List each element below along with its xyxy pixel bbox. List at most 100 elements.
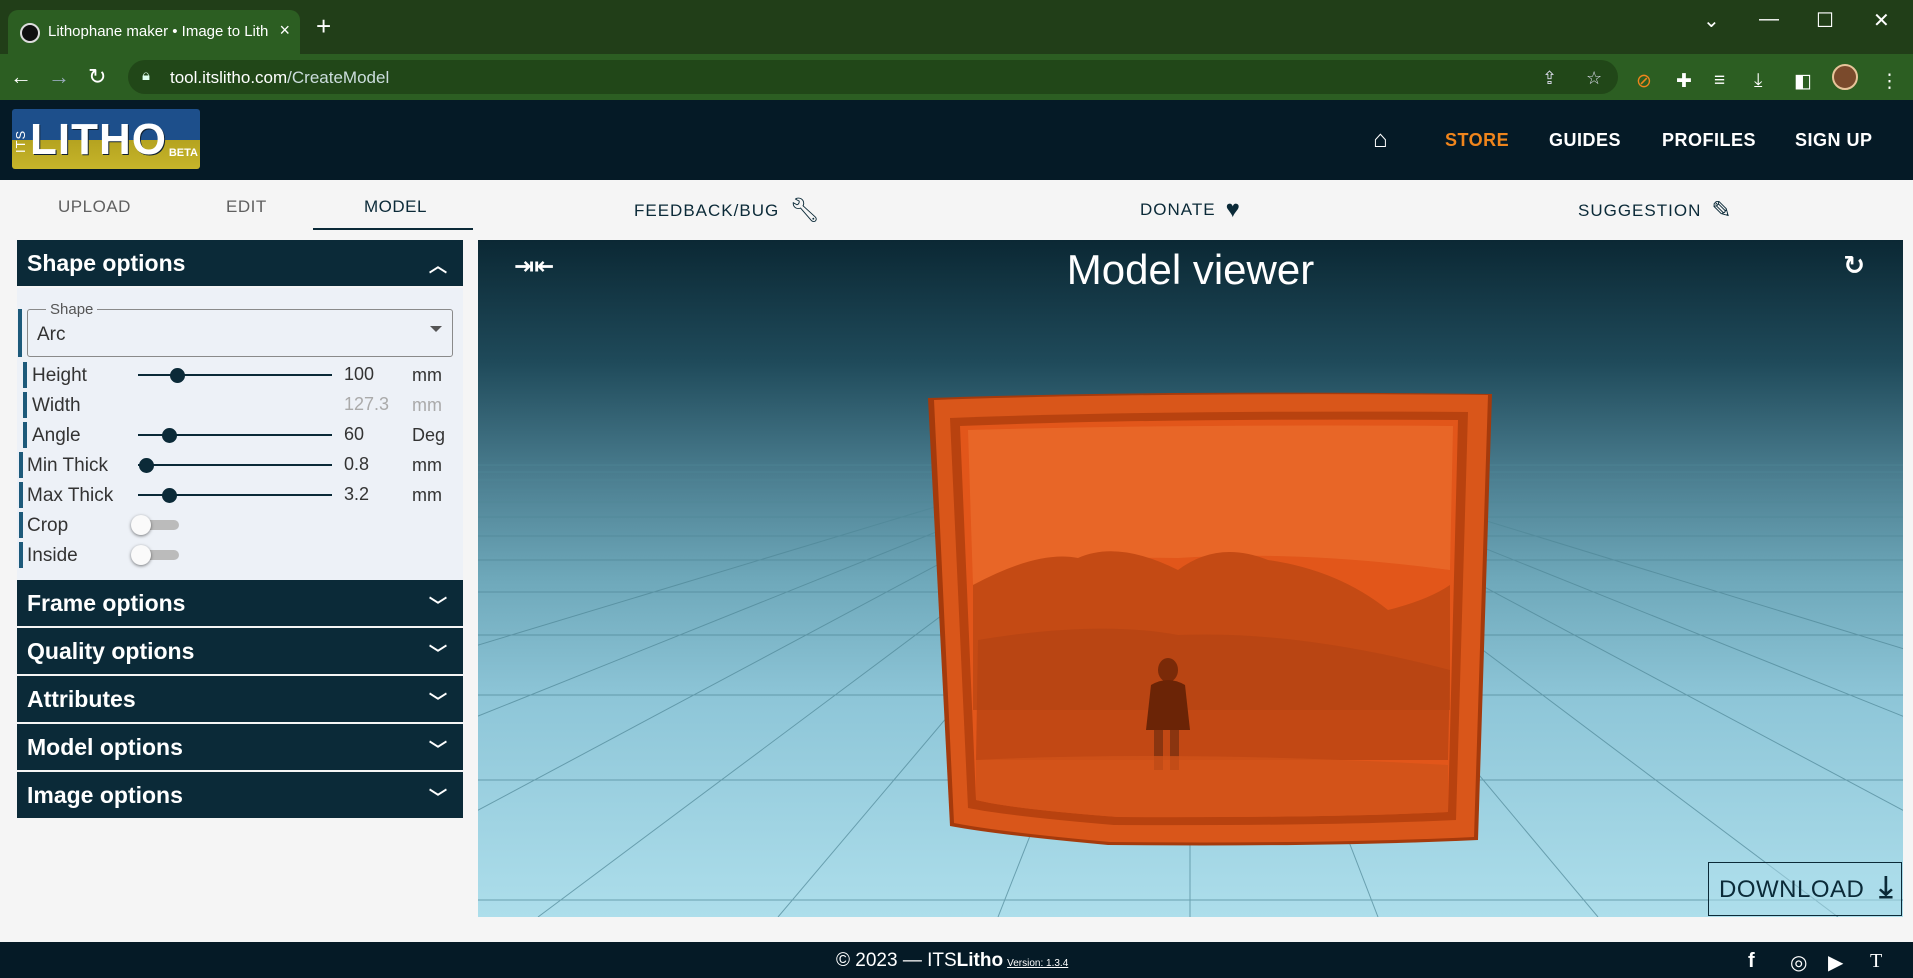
bookmark-star-icon[interactable]: ☆ [1586, 68, 1602, 89]
tumblr-icon[interactable]: T [1870, 950, 1882, 973]
profile-avatar[interactable] [1832, 64, 1858, 90]
frame-options-title: Frame options [27, 590, 186, 616]
min-thick-label: Min Thick [27, 455, 108, 476]
browser-toolbar: ← → ↻ 🔒︎ tool.itslitho.com/CreateModel ⇪… [0, 54, 1913, 100]
forward-button[interactable]: → [48, 64, 70, 90]
nav-profiles[interactable]: PROFILES [1662, 130, 1756, 151]
max-thick-unit: mm [412, 485, 442, 505]
model-viewer[interactable]: Model viewer ⇥⇤ ↻ DOWNLOAD ⤓ [478, 240, 1903, 917]
field-indicator [23, 392, 27, 418]
max-thick-slider-thumb[interactable] [162, 488, 178, 503]
youtube-icon[interactable]: ▶ [1828, 950, 1843, 975]
shape-options-header[interactable]: Shape options ︿ [17, 240, 463, 288]
minimize-button[interactable]: — [1759, 8, 1779, 31]
donate-button[interactable]: DONATE ♥ [1140, 196, 1241, 224]
download-button[interactable]: DOWNLOAD ⤓ [1708, 862, 1902, 916]
field-indicator [19, 452, 23, 478]
site-header: ITS LITHO BETA ⌂ STORE GUIDES PROFILES S… [0, 100, 1913, 180]
side-panel-icon[interactable]: ◧ [1794, 70, 1812, 93]
site-footer: © 2023 — ITSLitho Version: 1.3.4 f ◎ ▶ T [0, 942, 1913, 978]
chevron-down-icon: ﹀ [429, 788, 447, 808]
logo-its: ITS [13, 129, 28, 153]
maximize-button[interactable]: ☐ [1816, 8, 1834, 33]
itslitho-logo[interactable]: ITS LITHO BETA [12, 109, 200, 169]
menu-kebab-icon[interactable]: ⋮ [1880, 70, 1899, 93]
refresh-icon[interactable]: ↻ [1843, 250, 1865, 281]
max-thick-value[interactable]: 3.2 [344, 484, 369, 505]
url-domain: tool.itslitho.com [170, 68, 288, 87]
home-icon[interactable]: ⌂ [1373, 126, 1388, 154]
model-options-header[interactable]: Model options ﹀ [17, 724, 463, 772]
viewer-title: Model viewer [1066, 246, 1315, 293]
frame-options-header[interactable]: Frame options ﹀ [17, 580, 463, 628]
angle-row: Angle 60 Deg [17, 422, 463, 448]
download-icon[interactable]: ⤓ [1754, 70, 1762, 92]
attributes-title: Attributes [27, 686, 136, 712]
height-value[interactable]: 100 [344, 364, 374, 385]
tab-model[interactable]: MODEL [364, 197, 427, 217]
suggestion-button[interactable]: SUGGESTION ✎ [1578, 196, 1732, 225]
angle-slider-thumb[interactable] [162, 428, 178, 443]
angle-unit: Deg [412, 425, 446, 445]
max-thick-row: Max Thick 3.2 mm [17, 482, 463, 508]
height-slider-thumb[interactable] [169, 368, 185, 383]
active-tab-indicator [313, 228, 473, 230]
extensions-puzzle-icon[interactable]: ✚ [1676, 70, 1692, 93]
max-thick-slider[interactable] [138, 488, 332, 503]
tab-upload[interactable]: UPLOAD [58, 197, 131, 217]
collapse-arrows-icon[interactable]: ⇥⇤ [514, 252, 554, 281]
inside-toggle[interactable] [131, 545, 179, 565]
close-window-button[interactable]: ✕ [1873, 8, 1890, 33]
crop-toggle[interactable] [131, 515, 179, 535]
nav-guides[interactable]: GUIDES [1549, 130, 1621, 151]
min-thick-value[interactable]: 0.8 [344, 454, 369, 475]
attributes-header[interactable]: Attributes ﹀ [17, 676, 463, 724]
lock-icon: 🔒︎ [142, 67, 150, 84]
url-path: /CreateModel [287, 68, 390, 87]
field-indicator [23, 422, 27, 448]
inside-row: Inside [17, 542, 463, 568]
suggestion-label: SUGGESTION [1578, 201, 1702, 220]
instagram-icon[interactable]: ◎ [1790, 950, 1807, 975]
nav-signup[interactable]: SIGN UP [1795, 130, 1873, 151]
field-indicator [19, 542, 23, 568]
min-thick-slider[interactable] [138, 458, 332, 473]
height-label: Height [32, 365, 87, 386]
logo-litho: LITHO [30, 115, 167, 164]
nav-store[interactable]: STORE [1445, 130, 1509, 151]
address-bar[interactable]: 🔒︎ tool.itslitho.com/CreateModel ⇪ ☆ [128, 60, 1618, 94]
back-button[interactable]: ← [10, 64, 32, 90]
image-options-header[interactable]: Image options ﹀ [17, 772, 463, 820]
min-thick-slider-thumb[interactable] [138, 458, 154, 473]
height-slider[interactable] [138, 368, 332, 383]
site-favicon-icon [20, 23, 40, 43]
new-tab-button[interactable]: + [316, 13, 331, 39]
angle-slider[interactable] [138, 428, 332, 443]
browser-tab[interactable]: Lithophane maker • Image to Lith × [8, 10, 300, 54]
quality-options-header[interactable]: Quality options ﹀ [17, 628, 463, 676]
crop-label: Crop [27, 515, 69, 536]
facebook-icon[interactable]: f [1748, 950, 1755, 973]
share-icon[interactable]: ⇪ [1542, 68, 1557, 89]
footer-brand: Litho [956, 950, 1004, 971]
lithophane-model[interactable] [928, 392, 1492, 846]
feedback-label: FEEDBACK/BUG [634, 201, 780, 220]
version-link[interactable]: Version: 1.3.4 [1007, 958, 1068, 969]
crop-row: Crop [17, 512, 463, 538]
media-queue-icon[interactable]: ≡ [1714, 70, 1725, 92]
angle-value[interactable]: 60 [344, 424, 364, 445]
min-thick-row: Min Thick 0.8 mm [17, 452, 463, 478]
tab-search-icon[interactable]: ⌄ [1703, 8, 1720, 33]
chevron-down-icon: ﹀ [429, 740, 447, 760]
viewer-canvas[interactable] [478, 240, 1903, 917]
tab-edit[interactable]: EDIT [226, 197, 267, 217]
feedback-bug-button[interactable]: FEEDBACK/BUG 🔧︎ [634, 196, 821, 225]
field-indicator [23, 362, 27, 388]
reload-button[interactable]: ↻ [88, 64, 106, 90]
angle-label: Angle [32, 425, 81, 446]
shape-select[interactable]: Shape Arc [27, 301, 453, 357]
extension-icon[interactable]: ⊘ [1636, 70, 1652, 93]
tab-close-icon[interactable]: × [279, 20, 290, 41]
width-row: Width 127.3 mm [17, 392, 463, 418]
chevron-down-icon: ﹀ [429, 692, 447, 712]
